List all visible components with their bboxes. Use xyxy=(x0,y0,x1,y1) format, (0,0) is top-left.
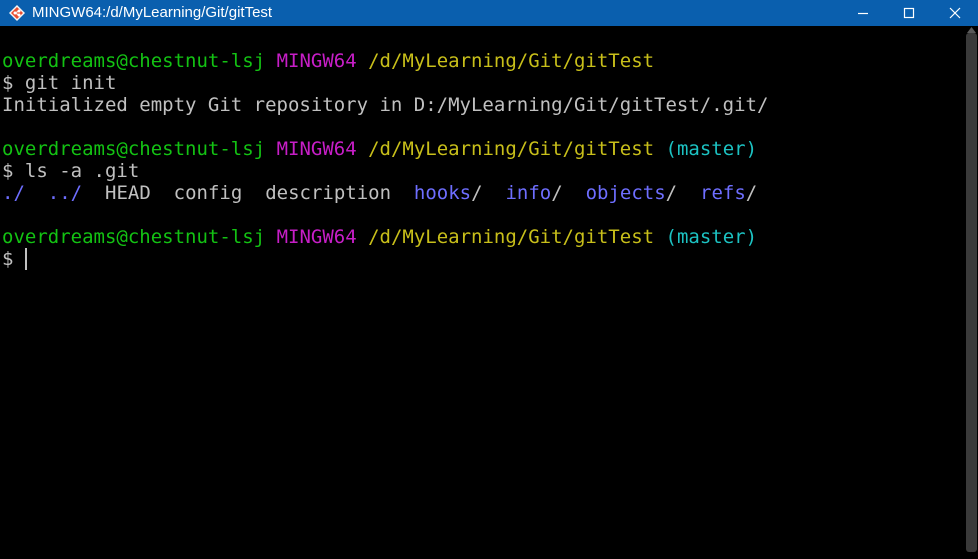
listing-item-dot: ./ xyxy=(2,182,25,204)
prompt-user-host: overdreams@chestnut-lsj xyxy=(2,50,266,72)
close-icon xyxy=(949,7,961,19)
prompt-path: /d/MyLearning/Git/gitTest xyxy=(368,138,655,160)
prompt-branch: (master) xyxy=(665,226,758,248)
listing-item-info: info xyxy=(505,182,552,204)
command-line-1: $ git init xyxy=(2,72,117,94)
terminal-output[interactable]: overdreams@chestnut-lsj MINGW64 /d/MyLea… xyxy=(0,26,965,559)
minimize-button[interactable] xyxy=(840,0,886,26)
listing-slash: / xyxy=(665,182,678,204)
listing-item-objects: objects xyxy=(585,182,666,204)
command-line-2: $ ls -a .git xyxy=(2,160,140,182)
listing-slash: / xyxy=(745,182,758,204)
prompt-user-host: overdreams@chestnut-lsj xyxy=(2,226,266,248)
input-line[interactable]: $ xyxy=(2,248,13,270)
listing-item-dotdot: ../ xyxy=(47,182,83,204)
prompt-shell: MINGW64 xyxy=(276,50,357,72)
listing-slash: / xyxy=(471,182,483,204)
listing-item-refs: refs xyxy=(700,182,746,204)
prompt-line-2: overdreams@chestnut-lsj MINGW64 /d/MyLea… xyxy=(2,138,757,160)
prompt-line-3: overdreams@chestnut-lsj MINGW64 /d/MyLea… xyxy=(2,226,757,248)
terminal-window: MINGW64:/d/MyLearning/Git/gitTest overdr… xyxy=(0,0,978,559)
close-button[interactable] xyxy=(932,0,978,26)
prompt-branch: (master) xyxy=(665,138,758,160)
prompt-path: /d/MyLearning/Git/gitTest xyxy=(368,226,655,248)
prompt-shell: MINGW64 xyxy=(276,138,357,160)
output-line-1: Initialized empty Git repository in D:/M… xyxy=(2,94,769,116)
listing-slash: / xyxy=(551,182,563,204)
text-cursor xyxy=(25,248,27,270)
listing-line: ./ ../ HEAD config description hooks/ in… xyxy=(2,182,757,204)
minimize-icon xyxy=(858,12,868,15)
listing-item-head: HEAD xyxy=(105,182,151,204)
prompt-user-host: overdreams@chestnut-lsj xyxy=(2,138,266,160)
scrollbar-thumb[interactable] xyxy=(966,33,977,552)
window-title: MINGW64:/d/MyLearning/Git/gitTest xyxy=(32,4,273,21)
listing-item-config: config xyxy=(173,182,243,204)
prompt-line-1: overdreams@chestnut-lsj MINGW64 /d/MyLea… xyxy=(2,50,654,72)
maximize-button[interactable] xyxy=(886,0,932,26)
prompt-symbol: $ xyxy=(2,248,14,270)
prompt-path: /d/MyLearning/Git/gitTest xyxy=(368,50,655,72)
git-bash-diamond-icon[interactable] xyxy=(8,4,26,22)
maximize-icon xyxy=(903,7,915,19)
prompt-shell: MINGW64 xyxy=(276,226,357,248)
listing-item-description: description xyxy=(265,182,392,204)
title-bar[interactable]: MINGW64:/d/MyLearning/Git/gitTest xyxy=(0,0,978,26)
scroll-up-arrow-icon[interactable] xyxy=(967,27,976,33)
listing-item-hooks: hooks xyxy=(413,182,472,204)
